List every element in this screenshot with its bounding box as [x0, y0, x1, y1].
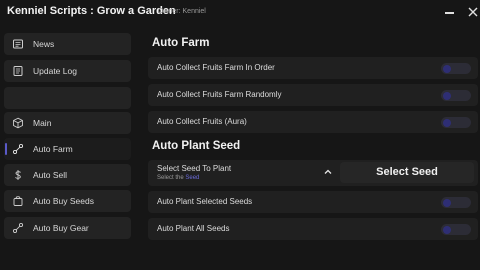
route-icon — [12, 143, 24, 155]
toggle-knob — [443, 118, 451, 127]
toggle-row-collect-randomly[interactable]: Auto Collect Fruits Farm Randomly — [148, 84, 478, 106]
owner-label: Owner: Kenniel — [158, 8, 206, 15]
dollar-icon — [15, 170, 21, 180]
sidebar-item-label: Auto Sell — [33, 170, 68, 180]
toggle-switch[interactable] — [441, 63, 471, 74]
box-icon — [13, 117, 23, 129]
toggle-knob — [443, 91, 451, 100]
toggle-label: Auto Collect Fruits Farm Randomly — [157, 90, 282, 99]
dropdown-label: Select Seed To Plant — [157, 164, 232, 173]
sidebar-item-auto-buy-seeds[interactable]: Auto Buy Seeds — [4, 190, 131, 212]
toggle-label: Auto Collect Fruits Farm In Order — [157, 63, 275, 72]
sidebar-item-label: Auto Buy Seeds — [33, 196, 94, 206]
sidebar-item-update-log[interactable]: Update Log — [4, 60, 131, 82]
close-button[interactable] — [466, 5, 480, 19]
sidebar-item-news[interactable]: News — [4, 33, 131, 55]
seed-select[interactable]: Select Seed — [340, 162, 474, 183]
toggle-label: Auto Plant All Seeds — [157, 224, 230, 233]
minimize-button[interactable] — [443, 5, 457, 19]
toggle-knob — [443, 225, 451, 234]
sidebar-item-label: News — [33, 39, 55, 49]
chevron-up-icon[interactable] — [322, 166, 334, 178]
toggle-row-plant-selected[interactable]: Auto Plant Selected Seeds — [148, 191, 478, 213]
sidebar-item-label: Auto Farm — [33, 144, 73, 154]
toggle-switch[interactable] — [441, 197, 471, 208]
newspaper-icon — [13, 39, 23, 49]
section-title-auto-farm: Auto Farm — [152, 37, 210, 49]
title-bar[interactable]: Kenniel Scripts : Grow a Garden Owner: K… — [0, 0, 480, 26]
toggle-label: Auto Plant Selected Seeds — [157, 197, 253, 206]
sidebar-item-label: Main — [33, 118, 52, 128]
minimize-icon — [445, 12, 454, 14]
toggle-knob — [443, 64, 451, 73]
toggle-knob — [443, 198, 451, 207]
sidebar-item-auto-buy-gear[interactable]: Auto Buy Gear — [4, 217, 131, 239]
sidebar-item-auto-sell[interactable]: Auto Sell — [4, 164, 131, 186]
active-indicator — [5, 143, 7, 155]
toggle-row-collect-aura[interactable]: Auto Collect Fruits (Aura) — [148, 111, 478, 133]
shopping-bag-icon — [13, 196, 23, 206]
dropdown-description: Select the Seed — [157, 175, 200, 181]
toggle-switch[interactable] — [441, 224, 471, 235]
toggle-switch[interactable] — [441, 117, 471, 128]
close-icon — [468, 7, 478, 17]
sidebar-item-main[interactable]: Main — [4, 112, 131, 134]
sidebar-item-label: Auto Buy Gear — [33, 223, 89, 233]
script-window: Kenniel Scripts : Grow a Garden Owner: K… — [0, 0, 480, 270]
sidebar-item-auto-farm[interactable]: Auto Farm — [4, 138, 131, 160]
toggle-row-collect-in-order[interactable]: Auto Collect Fruits Farm In Order — [148, 57, 478, 79]
sidebar-item-empty[interactable] — [4, 87, 131, 109]
route-icon — [12, 222, 24, 234]
seed-dropdown-row[interactable]: Select Seed To Plant Select the Seed Sel… — [148, 160, 478, 186]
window-title: Kenniel Scripts : Grow a Garden — [7, 5, 176, 17]
log-icon — [13, 66, 23, 76]
toggle-row-plant-all[interactable]: Auto Plant All Seeds — [148, 218, 478, 240]
toggle-label: Auto Collect Fruits (Aura) — [157, 117, 247, 126]
toggle-switch[interactable] — [441, 90, 471, 101]
sidebar-item-label: Update Log — [33, 66, 77, 76]
section-title-auto-plant-seed: Auto Plant Seed — [152, 140, 241, 152]
